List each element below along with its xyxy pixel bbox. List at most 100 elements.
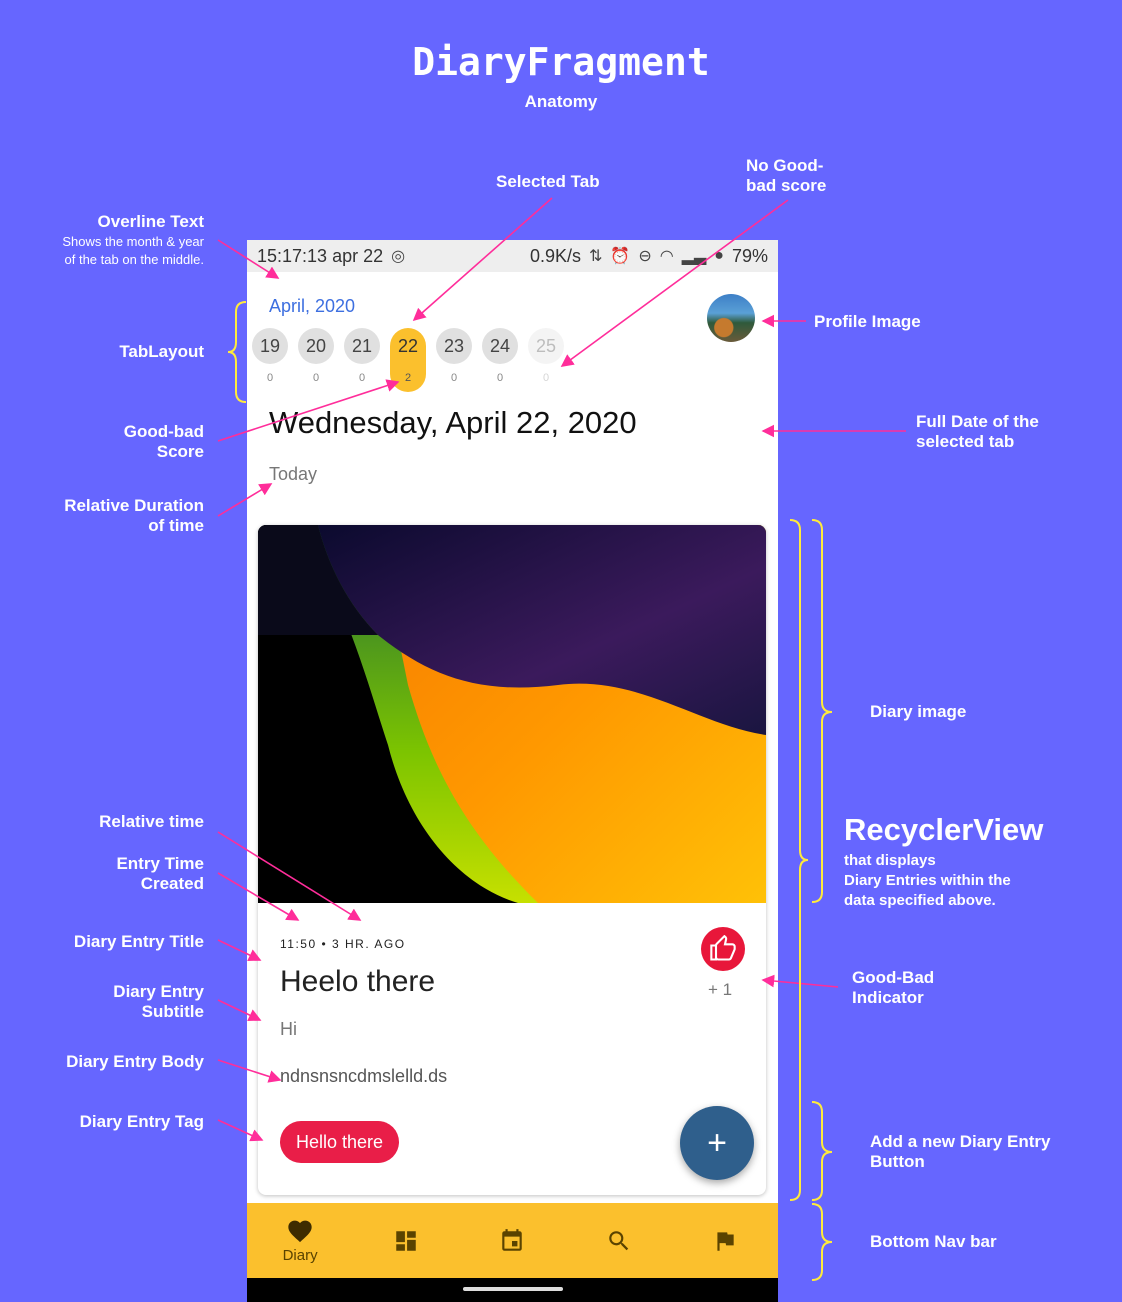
label-entry-tag: Diary Entry Tag	[79, 1112, 204, 1131]
tab-day: 21	[344, 328, 380, 364]
label-no-score: No Good- bad score	[746, 156, 826, 196]
label-recyclerview-desc-2: Diary Entries within the	[844, 872, 1011, 889]
label-relative-time: Relative time	[99, 812, 204, 831]
label-relative-duration: Relative Duration of time	[24, 496, 204, 536]
label-recyclerview-desc: that displays Diary Entries within the d…	[844, 851, 1011, 911]
status-speed: 0.9K/s	[529, 245, 581, 266]
date-tab-24[interactable]: 24 0	[482, 328, 518, 392]
phone-screen: 15:17:13 apr 22 ◎ 0.9K/s ⇅ ⏰ ⊖ ◠ ▂▃ ● 79…	[247, 240, 778, 1302]
gesture-bar	[247, 1278, 778, 1302]
tab-day: 24	[482, 328, 518, 364]
tab-score: 0	[450, 372, 458, 384]
tab-score: 2	[404, 372, 412, 384]
label-full-date-2: selected tab	[916, 432, 1015, 451]
data-arrows-icon: ⇅	[588, 248, 603, 265]
label-add-entry-1: Add a new Diary Entry	[870, 1132, 1051, 1151]
signal-icon: ▂▃	[681, 248, 707, 265]
flag-icon	[717, 1231, 734, 1251]
diary-entry-card[interactable]: 11:50 • 3 HR. AGO Heelo there Hi ndnsnsn…	[258, 525, 766, 1195]
label-tablayout: TabLayout	[119, 342, 204, 361]
label-overline-title: Overline Text	[97, 212, 204, 231]
tab-layout: 19 0 20 0 21 0 22 2 23 0 24 0 25 0	[252, 328, 564, 392]
bracket-diary-image	[811, 519, 833, 903]
date-tab-21[interactable]: 21 0	[344, 328, 380, 392]
bottom-nav-bar: Diary	[247, 1203, 778, 1278]
label-diary-image: Diary image	[870, 702, 967, 721]
label-good-bad-score-1: Good-bad	[123, 422, 204, 441]
nav-item-calendar[interactable]	[472, 1228, 552, 1254]
date-tab-22-selected[interactable]: 22 2	[390, 328, 426, 392]
entry-subtitle: Hi	[280, 1019, 297, 1039]
label-overline-desc-1: Shows the month & year	[62, 234, 204, 249]
status-time: 15:17:13 apr 22	[257, 245, 384, 266]
label-profile-image: Profile Image	[814, 312, 921, 331]
date-tab-23[interactable]: 23 0	[436, 328, 472, 392]
label-entry-title: Diary Entry Title	[73, 932, 204, 951]
label-add-entry: Add a new Diary Entry Button	[870, 1132, 1050, 1172]
label-relative-duration-1: Relative Duration	[64, 496, 204, 515]
label-good-bad-score-2: Score	[156, 442, 204, 461]
home-indicator[interactable]	[463, 1287, 563, 1291]
label-entry-time-2: Created	[140, 874, 204, 893]
thumbs-up-icon[interactable]	[701, 927, 745, 971]
label-full-date: Full Date of the selected tab	[916, 412, 1039, 452]
plus-icon: +	[707, 1123, 727, 1162]
bracket-add-entry	[811, 1101, 833, 1201]
label-recyclerview: RecyclerView	[844, 812, 1044, 847]
label-recyclerview-desc-1: that displays	[844, 852, 936, 869]
label-entry-subtitle-2: Subtitle	[141, 1002, 204, 1021]
label-relative-duration-2: of time	[148, 516, 204, 535]
full-date: Wednesday, April 22, 2020	[269, 405, 637, 440]
label-add-entry-2: Button	[870, 1152, 925, 1171]
nav-label-diary: Diary	[282, 1247, 318, 1264]
entry-body: ndnsnsncdmslelld.ds	[280, 1066, 448, 1086]
label-entry-subtitle: Diary Entry Subtitle	[24, 982, 204, 1022]
date-tab-19[interactable]: 19 0	[252, 328, 288, 392]
page-subtitle: Anatomy	[524, 92, 598, 111]
dnd-icon: ⊖	[638, 248, 652, 265]
label-no-score-1: No Good-	[746, 156, 824, 175]
entry-title: Heelo there	[280, 965, 436, 998]
tab-score: 0	[312, 372, 320, 384]
profile-avatar[interactable]	[707, 294, 755, 342]
diary-image	[258, 525, 766, 903]
calendar-icon	[502, 1228, 523, 1251]
status-battery: 79%	[731, 245, 768, 266]
status-bar: 15:17:13 apr 22 ◎ 0.9K/s ⇅ ⏰ ⊖ ◠ ▂▃ ● 79…	[247, 240, 778, 272]
wifi-icon: ◠	[659, 248, 674, 265]
tab-day: 19	[252, 328, 288, 364]
label-entry-body: Diary Entry Body	[66, 1052, 204, 1071]
entry-tag-chip[interactable]: Hello there	[280, 1121, 400, 1163]
heart-icon	[288, 1220, 312, 1243]
page-title: DiaryFragment	[412, 40, 710, 84]
nav-item-dashboard[interactable]	[366, 1228, 446, 1254]
tab-score: 0	[496, 372, 504, 384]
notification-icon: ◎	[391, 248, 406, 265]
label-overline-desc-2: of the tab on the middle.	[64, 252, 204, 267]
nav-item-diary[interactable]: Diary	[260, 1217, 340, 1264]
overline-text: April, 2020	[269, 296, 356, 316]
bracket-tablayout	[227, 301, 247, 403]
label-bottom-nav: Bottom Nav bar	[870, 1232, 997, 1251]
label-selected-tab: Selected Tab	[496, 172, 600, 191]
relative-duration: Today	[269, 464, 318, 484]
tab-score: 0	[542, 372, 550, 384]
dashboard-icon	[396, 1230, 417, 1251]
search-icon	[608, 1230, 628, 1250]
nav-item-flag[interactable]	[685, 1228, 765, 1254]
alarm-icon: ⏰	[610, 248, 631, 265]
good-bad-value: + 1	[708, 980, 733, 999]
entry-time-meta: 11:50 • 3 HR. AGO	[280, 937, 406, 951]
tab-day: 22	[397, 335, 419, 356]
label-good-bad-score: Good-bad Score	[54, 422, 204, 462]
tab-day: 25	[528, 328, 564, 364]
add-entry-fab[interactable]: +	[680, 1106, 754, 1180]
tab-day: 23	[436, 328, 472, 364]
date-tab-20[interactable]: 20 0	[298, 328, 334, 392]
bracket-bottom-nav	[811, 1203, 833, 1281]
label-recyclerview-desc-3: data specified above.	[844, 892, 996, 909]
nav-item-search[interactable]	[579, 1228, 659, 1254]
date-tab-25[interactable]: 25 0	[528, 328, 564, 392]
label-full-date-1: Full Date of the	[916, 412, 1039, 431]
thumbs-up-glyph	[710, 935, 736, 961]
